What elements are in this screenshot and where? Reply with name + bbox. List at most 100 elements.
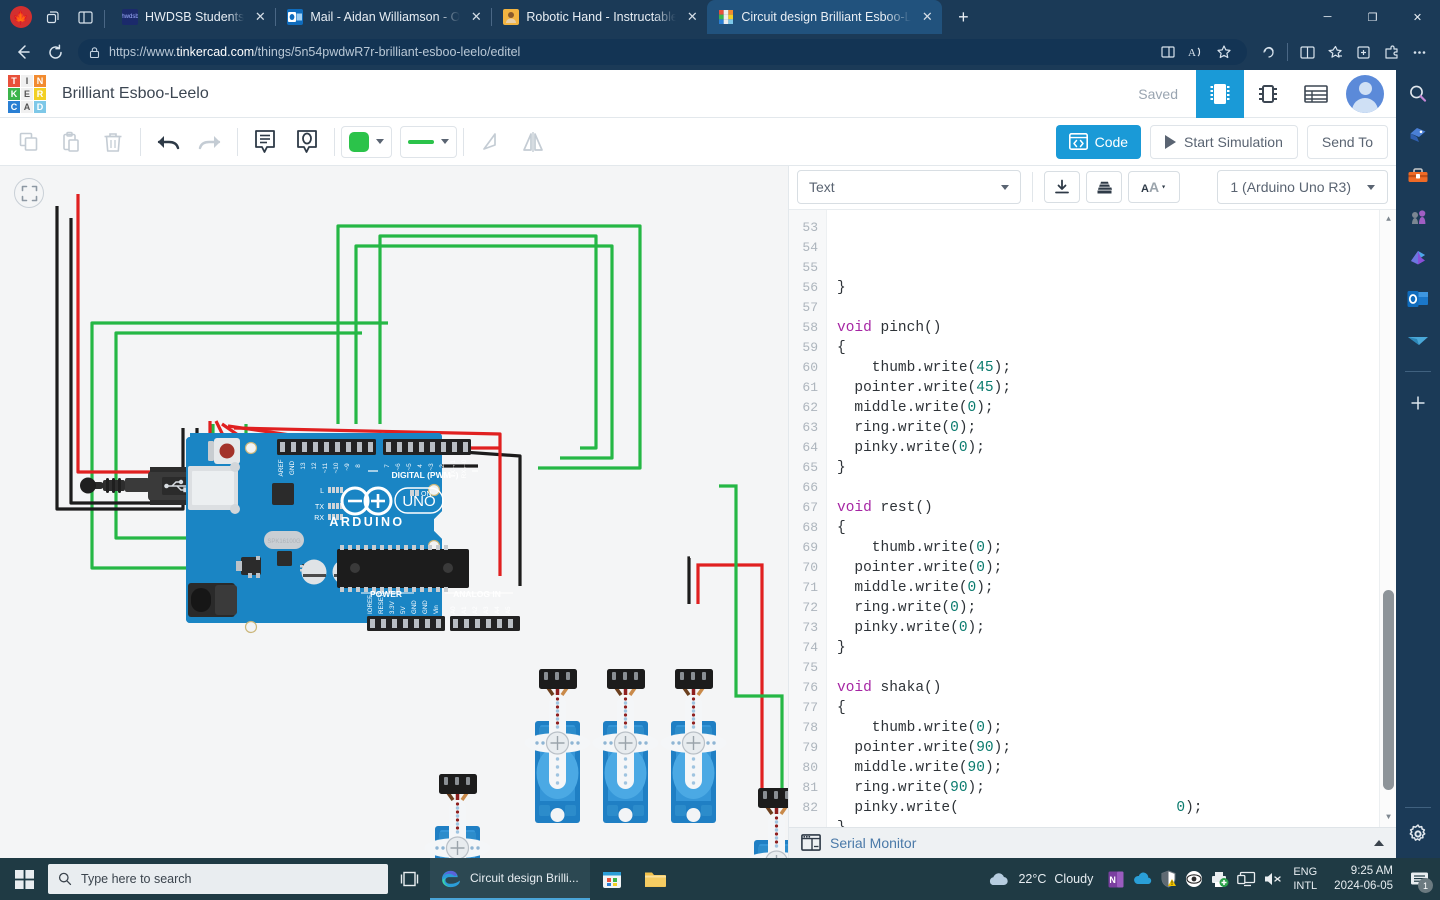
windows-start-icon[interactable]: [0, 858, 48, 900]
components-panel-icon[interactable]: [1196, 70, 1244, 118]
send-to-label: Send To: [1321, 133, 1373, 150]
address-bar[interactable]: https://www.tinkercad.com/things/5n54pwd…: [78, 39, 1247, 65]
taskbar-app-microsoft-store[interactable]: [590, 858, 634, 900]
undo-icon[interactable]: [147, 122, 189, 162]
clock[interactable]: 9:25 AM 2024-06-05: [1325, 864, 1402, 894]
send-to-button[interactable]: Send To: [1306, 124, 1388, 159]
serial-monitor-bar[interactable]: Serial Monitor: [789, 826, 1396, 858]
circuit-canvas[interactable]: SPK16100G AREF GND 13 12 ~11 ~10 ~9 8 7 …: [0, 166, 788, 858]
code-toolbar: Text AA 1 (Arduino Uno R3): [789, 166, 1396, 210]
tab-robotic-hand-instructables[interactable]: Robotic Hand - Instructables ✕: [492, 0, 707, 34]
line-number: 70: [802, 559, 818, 575]
font-size-icon[interactable]: AA: [1128, 171, 1180, 204]
scroll-down-icon[interactable]: ▼: [1380, 810, 1396, 825]
notifications-icon[interactable]: 1: [1402, 858, 1436, 900]
lock-icon: [89, 46, 100, 58]
split-screen-icon[interactable]: [1155, 40, 1181, 64]
minimize-button[interactable]: ─: [1305, 0, 1350, 34]
code-line: void shaka(): [837, 679, 942, 696]
code-text-area[interactable]: pinky.write(90); } void pinch(){ thumb.w…: [827, 210, 1379, 827]
close-window-button[interactable]: ✕: [1395, 0, 1440, 34]
split-view-icon[interactable]: [70, 2, 100, 32]
back-icon[interactable]: [8, 37, 38, 67]
annotation-icon[interactable]: [286, 122, 328, 162]
language-indicator[interactable]: ENG INTL: [1285, 865, 1325, 893]
office-icon[interactable]: [1404, 244, 1432, 272]
collections-icon[interactable]: [1350, 40, 1376, 64]
trash-icon[interactable]: [92, 122, 134, 162]
wire-color-picker[interactable]: [341, 125, 392, 158]
maximize-button[interactable]: ❐: [1350, 0, 1395, 34]
favorite-star-icon[interactable]: [1211, 40, 1237, 64]
avatar[interactable]: [1346, 74, 1384, 113]
tinkercad-logo[interactable]: T I N K E R C A D: [8, 74, 46, 113]
circuits-icon[interactable]: [1244, 70, 1292, 118]
board-select[interactable]: 1 (Arduino Uno R3): [1217, 170, 1388, 205]
code-line: thumb.write(0);: [837, 719, 1003, 736]
scroll-up-icon[interactable]: ▲: [1380, 212, 1396, 227]
refresh-icon[interactable]: [40, 37, 70, 67]
extensions-icon[interactable]: [1378, 40, 1404, 64]
download-icon[interactable]: [1044, 171, 1080, 204]
tab-close-icon[interactable]: ✕: [918, 8, 936, 26]
favorites-icon[interactable]: [1322, 40, 1348, 64]
workspace: SPK16100G AREF GND 13 12 ~11 ~10 ~9 8 7 …: [0, 166, 1396, 858]
more-options-icon[interactable]: [1406, 40, 1432, 64]
redo-icon[interactable]: [189, 122, 231, 162]
tab-close-icon[interactable]: ✕: [251, 8, 269, 26]
taskbar-app-edge[interactable]: Circuit design Brilli...: [430, 858, 590, 900]
onedrive-icon[interactable]: [1129, 858, 1155, 900]
list-view-icon[interactable]: [1292, 70, 1340, 118]
tab-circuit-design-brilliant-esboo-leelo[interactable]: Circuit design Brilliant Esboo-Leelo ✕: [707, 0, 943, 34]
outlook-icon[interactable]: [1404, 285, 1432, 313]
svg-text:8: 8: [355, 464, 362, 468]
serial-monitor-icon: [801, 834, 821, 852]
new-tab-button[interactable]: +: [948, 2, 978, 32]
notification-badge: 1: [1418, 878, 1433, 893]
paste-icon[interactable]: [50, 122, 92, 162]
read-aloud-icon[interactable]: A: [1183, 40, 1209, 64]
tag-icon[interactable]: [1404, 121, 1432, 149]
nav-divider: [1287, 43, 1288, 61]
settings-gear-icon[interactable]: [1404, 820, 1432, 848]
page-title[interactable]: Brilliant Esboo-Leelo: [62, 85, 209, 103]
mirror-icon[interactable]: [512, 122, 554, 162]
browser-essentials-icon[interactable]: [1294, 40, 1320, 64]
libraries-icon[interactable]: [1086, 171, 1122, 204]
editor-scrollbar[interactable]: ▲ ▼: [1379, 209, 1396, 827]
copilot-icon[interactable]: [1255, 40, 1281, 64]
eye-icon[interactable]: [1181, 858, 1207, 900]
games-icon[interactable]: [1404, 203, 1432, 231]
tab-close-icon[interactable]: ✕: [467, 8, 485, 26]
security-warning-icon[interactable]: !: [1155, 858, 1181, 900]
window-controls: ─ ❐ ✕: [1305, 0, 1440, 34]
wire-style-picker[interactable]: [400, 125, 457, 158]
onenote-icon[interactable]: N: [1103, 858, 1129, 900]
rotate-icon[interactable]: [470, 122, 512, 162]
volume-muted-icon[interactable]: [1259, 858, 1285, 900]
remote-desktop-icon[interactable]: [1233, 858, 1259, 900]
code-button[interactable]: Code: [1055, 124, 1142, 159]
add-icon[interactable]: [1404, 389, 1432, 417]
chevron-up-icon[interactable]: [1374, 839, 1384, 846]
task-view-icon[interactable]: [388, 858, 430, 900]
printer-icon[interactable]: [1207, 858, 1233, 900]
svg-text:A5: A5: [505, 606, 512, 614]
send-icon[interactable]: [1404, 326, 1432, 354]
weather-widget[interactable]: 22°C Cloudy: [976, 871, 1103, 888]
notes-icon[interactable]: [244, 122, 286, 162]
tab-hwdsb-students[interactable]: hwdsb HWDSB Students ✕: [111, 0, 275, 34]
tab-search-icon[interactable]: [38, 2, 68, 32]
start-simulation-button[interactable]: Start Simulation: [1150, 124, 1298, 159]
code-editor[interactable]: 53 54 55 56 57 58 59 60 61 62 63 64 65 66 67 68 69 70 71 72…: [789, 209, 1396, 827]
code-mode-select[interactable]: Text: [797, 170, 1021, 205]
scrollbar-thumb[interactable]: [1383, 589, 1394, 790]
toolbox-icon[interactable]: [1404, 162, 1432, 190]
search-input[interactable]: Type here to search: [48, 864, 388, 894]
tab-outlook-mail[interactable]: Mail - Aidan Williamson - Outlook ✕: [276, 0, 491, 34]
chevron-down-icon: [441, 139, 449, 144]
copy-icon[interactable]: [8, 122, 50, 162]
tab-close-icon[interactable]: ✕: [683, 8, 701, 26]
search-icon[interactable]: [1404, 80, 1432, 108]
taskbar-app-file-explorer[interactable]: [634, 858, 678, 900]
